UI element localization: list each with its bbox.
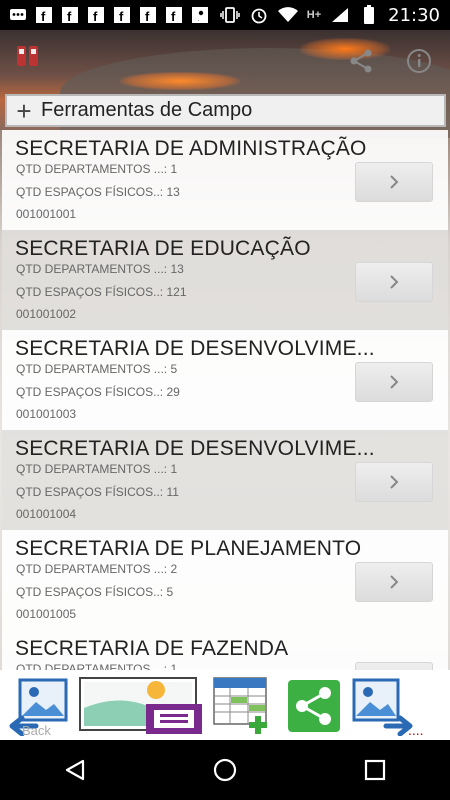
gallery-save-icon [79, 677, 202, 734]
message-icon [8, 6, 28, 24]
wifi-icon [277, 6, 298, 24]
app-logo-icon [14, 42, 42, 70]
list-item[interactable]: SECRETARIA DE PLANEJAMENTO QTD DEPARTAME… [2, 530, 448, 630]
list-item-code: 001001005 [16, 607, 77, 621]
list-item-departments: QTD DEPARTAMENTOS ...: 1 [16, 162, 178, 176]
list-item-spaces: QTD ESPAÇOS FÍSICOS..: 11 [16, 485, 179, 499]
list-item-departments: QTD DEPARTAMENTOS ...: 1 [16, 662, 178, 670]
open-item-button[interactable] [355, 162, 433, 202]
add-spreadsheet-icon [213, 677, 267, 734]
svg-text:f: f [171, 9, 176, 23]
add-spreadsheet-button[interactable] [210, 676, 276, 736]
facebook-icon: f [34, 6, 54, 24]
list-item-title: SECRETARIA DE EDUCAÇÃO [15, 237, 311, 260]
list-item[interactable]: SECRETARIA DE ADMINISTRAÇÃO QTD DEPARTAM… [2, 130, 448, 230]
secretariat-list: SECRETARIA DE ADMINISTRAÇÃO QTD DEPARTAM… [0, 130, 450, 670]
svg-text:f: f [93, 9, 98, 23]
facebook-icon: f [86, 6, 106, 24]
list-item-spaces: QTD ESPAÇOS FÍSICOS..: 29 [16, 385, 180, 399]
share-icon [288, 680, 340, 732]
chevron-right-icon [390, 275, 399, 289]
open-item-button[interactable] [355, 262, 433, 302]
list-item-spaces: QTD ESPAÇOS FÍSICOS..: 121 [16, 285, 187, 299]
status-bar: f f f f f f f H+ 21:30 [0, 0, 450, 30]
chevron-right-icon [390, 375, 399, 389]
list-item-spaces: QTD ESPAÇOS FÍSICOS..: 13 [16, 185, 180, 199]
field-tools-bar[interactable]: + Ferramentas de Campo [5, 94, 446, 127]
list-item-code: 001001004 [16, 507, 77, 521]
signal-icon [330, 6, 350, 24]
facebook-icon: f [138, 6, 158, 24]
list-item-departments: QTD DEPARTAMENTOS ...: 5 [16, 362, 178, 376]
info-icon[interactable] [404, 46, 434, 76]
nav-home-icon[interactable] [205, 750, 245, 790]
chevron-right-icon [390, 175, 399, 189]
open-item-button[interactable] [355, 662, 433, 670]
field-tools-label: Ferramentas de Campo [41, 99, 253, 121]
gallery-save-button[interactable] [78, 676, 202, 736]
vibrate-icon [220, 6, 240, 24]
list-item-title: SECRETARIA DE DESENVOLVIME... [15, 437, 375, 460]
more-indicator[interactable]: .... [408, 722, 424, 738]
svg-text:f: f [119, 9, 124, 23]
list-item-code: 001001003 [16, 407, 77, 421]
chevron-right-icon [390, 575, 399, 589]
list-item-code: 001001002 [16, 307, 77, 321]
list-item[interactable]: SECRETARIA DE EDUCAÇÃO QTD DEPARTAMENTOS… [2, 230, 448, 330]
facebook-icon: f [112, 6, 132, 24]
share-button[interactable] [286, 676, 342, 736]
list-item-code: 001001001 [16, 207, 77, 221]
facebook-icon: f [164, 6, 184, 24]
list-item[interactable]: SECRETARIA DE DESENVOLVIME... QTD DEPART… [2, 330, 448, 430]
network-type: H+ [306, 9, 322, 21]
list-item[interactable]: SECRETARIA DE DESENVOLVIME... QTD DEPART… [2, 430, 448, 530]
open-item-button[interactable] [355, 562, 433, 602]
share-icon[interactable] [346, 46, 376, 76]
location-icon [191, 6, 211, 24]
chevron-right-icon [390, 475, 399, 489]
plus-icon[interactable]: + [7, 96, 41, 126]
battery-icon [359, 5, 379, 24]
svg-text:f: f [67, 9, 72, 23]
nav-back-icon[interactable] [55, 750, 95, 790]
list-item-title: SECRETARIA DE FAZENDA [15, 637, 289, 660]
app-screen: + Ferramentas de Campo SECRETARIA DE ADM… [0, 30, 450, 740]
list-item-spaces: QTD ESPAÇOS FÍSICOS..: 5 [16, 585, 174, 599]
next-image-icon [352, 678, 413, 736]
list-item-departments: QTD DEPARTAMENTOS ...: 13 [16, 262, 184, 276]
list-item-title: SECRETARIA DE PLANEJAMENTO [15, 537, 362, 560]
status-time: 21:30 [388, 4, 440, 26]
alarm-icon [249, 6, 269, 24]
list-item-title: SECRETARIA DE ADMINISTRAÇÃO [15, 137, 367, 160]
svg-text:f: f [41, 9, 46, 23]
list-item-departments: QTD DEPARTAMENTOS ...: 2 [16, 562, 178, 576]
open-item-button[interactable] [355, 362, 433, 402]
list-item-title: SECRETARIA DE DESENVOLVIME... [15, 337, 375, 360]
nav-recents-icon[interactable] [355, 750, 395, 790]
facebook-icon: f [60, 6, 80, 24]
bottom-toolbar: Back .... [0, 670, 450, 740]
list-item-departments: QTD DEPARTAMENTOS ...: 1 [16, 462, 178, 476]
system-nav-bar [0, 740, 450, 800]
next-button[interactable] [350, 676, 416, 736]
list-item[interactable]: SECRETARIA DE FAZENDA QTD DEPARTAMENTOS … [2, 630, 448, 670]
open-item-button[interactable] [355, 462, 433, 502]
svg-text:f: f [145, 9, 150, 23]
back-label: Back [22, 723, 51, 738]
